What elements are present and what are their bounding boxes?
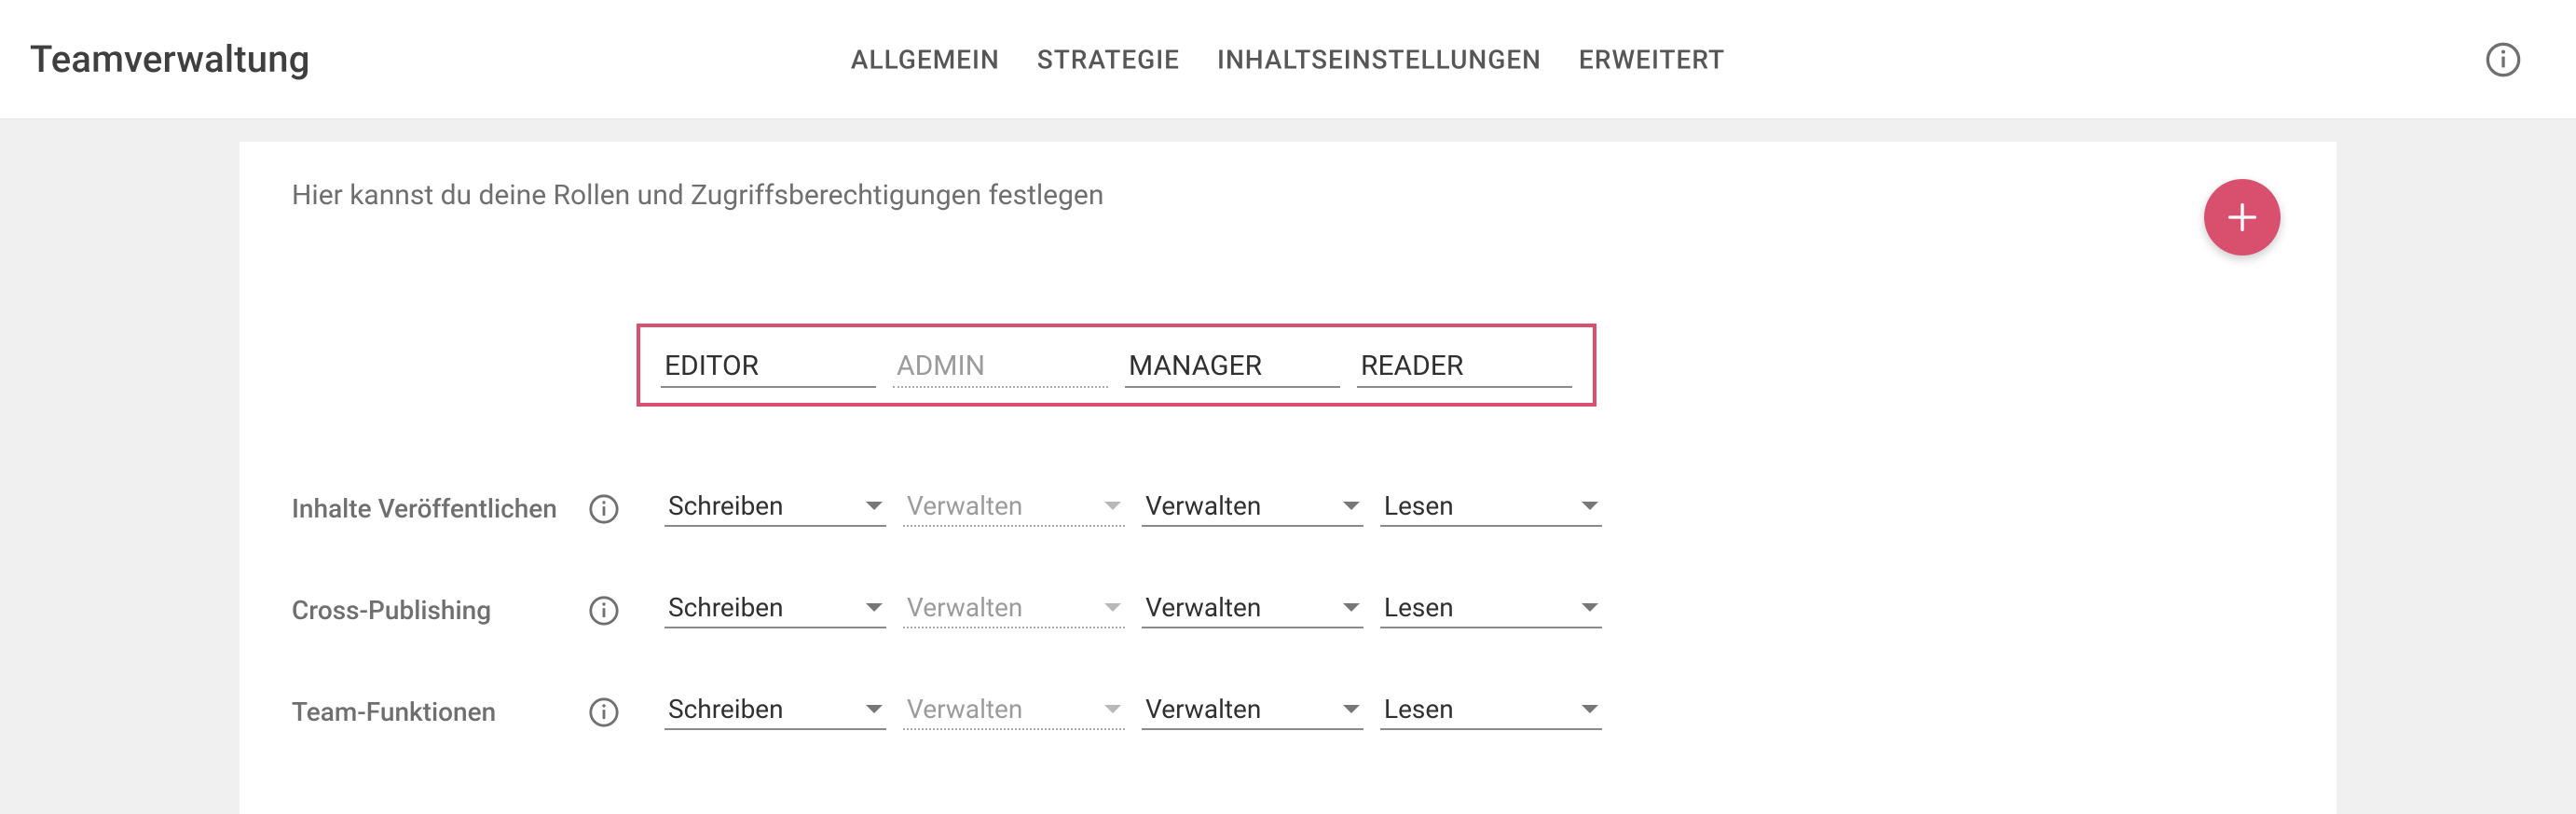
- page-title: Teamverwaltung: [30, 37, 310, 81]
- chevron-down-icon: [866, 603, 883, 612]
- tab-strategie[interactable]: STRATEGIE: [1037, 44, 1180, 75]
- perm-select-editor[interactable]: Schreiben: [665, 592, 886, 628]
- info-icon: [588, 493, 620, 525]
- permission-info-button[interactable]: [581, 697, 627, 728]
- permission-info-button[interactable]: [581, 595, 627, 627]
- role-field-reader[interactable]: READER: [1357, 350, 1572, 388]
- chevron-down-icon: [1104, 502, 1121, 510]
- tab-inhaltseinstellungen[interactable]: INHALTSEINSTELLUNGEN: [1217, 44, 1541, 75]
- perm-select-manager[interactable]: Verwalten: [1142, 694, 1363, 730]
- info-icon: [588, 697, 620, 728]
- perm-select-reader[interactable]: Lesen: [1380, 490, 1602, 527]
- select-value: Verwalten: [907, 490, 1022, 521]
- roles-header-box: EDITOR ADMIN MANAGER READER: [637, 324, 1596, 407]
- info-icon: [2485, 41, 2522, 78]
- header-tabs: ALLGEMEIN STRATEGIE INHALTSEINSTELLUNGEN…: [851, 44, 1725, 75]
- permission-label: Team-Funktionen: [292, 697, 581, 727]
- perm-select-editor[interactable]: Schreiben: [665, 694, 886, 730]
- main-area: Hier kannst du deine Rollen und Zugriffs…: [0, 119, 2576, 814]
- select-value: Verwalten: [1145, 694, 1261, 724]
- chevron-down-icon: [1343, 705, 1360, 713]
- permission-selects: Schreiben Verwalten Verwalten Lesen: [665, 694, 1602, 730]
- role-field-editor[interactable]: EDITOR: [661, 350, 876, 388]
- perm-select-manager[interactable]: Verwalten: [1142, 490, 1363, 527]
- select-value: Lesen: [1384, 694, 1454, 724]
- select-value: Lesen: [1384, 490, 1454, 521]
- permission-row: Inhalte Veröffentlichen Schreiben Verwal…: [292, 490, 2284, 527]
- add-role-button[interactable]: [2204, 179, 2281, 255]
- chevron-down-icon: [1582, 705, 1598, 713]
- select-value: Verwalten: [1145, 592, 1261, 623]
- chevron-down-icon: [866, 502, 883, 510]
- chevron-down-icon: [1104, 705, 1121, 713]
- perm-select-manager[interactable]: Verwalten: [1142, 592, 1363, 628]
- card-description: Hier kannst du deine Rollen und Zugriffs…: [292, 179, 2284, 212]
- select-value: Lesen: [1384, 592, 1454, 623]
- permission-selects: Schreiben Verwalten Verwalten Lesen: [665, 490, 1602, 527]
- chevron-down-icon: [1582, 502, 1598, 510]
- role-field-manager[interactable]: MANAGER: [1125, 350, 1340, 388]
- roles-card: Hier kannst du deine Rollen und Zugriffs…: [240, 142, 2336, 814]
- tab-allgemein[interactable]: ALLGEMEIN: [851, 44, 1000, 75]
- permission-label: Cross-Publishing: [292, 595, 581, 626]
- perm-select-admin: Verwalten: [903, 592, 1125, 628]
- select-value: Verwalten: [1145, 490, 1261, 521]
- select-value: Schreiben: [668, 490, 784, 521]
- select-value: Schreiben: [668, 694, 784, 724]
- perm-select-reader[interactable]: Lesen: [1380, 592, 1602, 628]
- perm-select-admin: Verwalten: [903, 490, 1125, 527]
- perm-select-reader[interactable]: Lesen: [1380, 694, 1602, 730]
- chevron-down-icon: [1104, 603, 1121, 612]
- perm-select-admin: Verwalten: [903, 694, 1125, 730]
- select-value: Verwalten: [907, 694, 1022, 724]
- header-info-button[interactable]: [2483, 39, 2524, 80]
- select-value: Verwalten: [907, 592, 1022, 623]
- permission-label: Inhalte Veröffentlichen: [292, 493, 581, 524]
- tab-erweitert[interactable]: ERWEITERT: [1579, 44, 1725, 75]
- permission-row: Team-Funktionen Schreiben Verwalten: [292, 694, 2284, 730]
- perm-select-editor[interactable]: Schreiben: [665, 490, 886, 527]
- permissions-grid: Inhalte Veröffentlichen Schreiben Verwal…: [292, 490, 2284, 730]
- chevron-down-icon: [1582, 603, 1598, 612]
- header-bar: Teamverwaltung ALLGEMEIN STRATEGIE INHAL…: [0, 0, 2576, 119]
- chevron-down-icon: [866, 705, 883, 713]
- permission-selects: Schreiben Verwalten Verwalten Lesen: [665, 592, 1602, 628]
- chevron-down-icon: [1343, 502, 1360, 510]
- plus-icon: [2224, 199, 2261, 236]
- role-field-admin: ADMIN: [893, 350, 1108, 388]
- permission-row: Cross-Publishing Schreiben Verwalten: [292, 592, 2284, 628]
- select-value: Schreiben: [668, 592, 784, 623]
- chevron-down-icon: [1343, 603, 1360, 612]
- permission-info-button[interactable]: [581, 493, 627, 525]
- info-icon: [588, 595, 620, 627]
